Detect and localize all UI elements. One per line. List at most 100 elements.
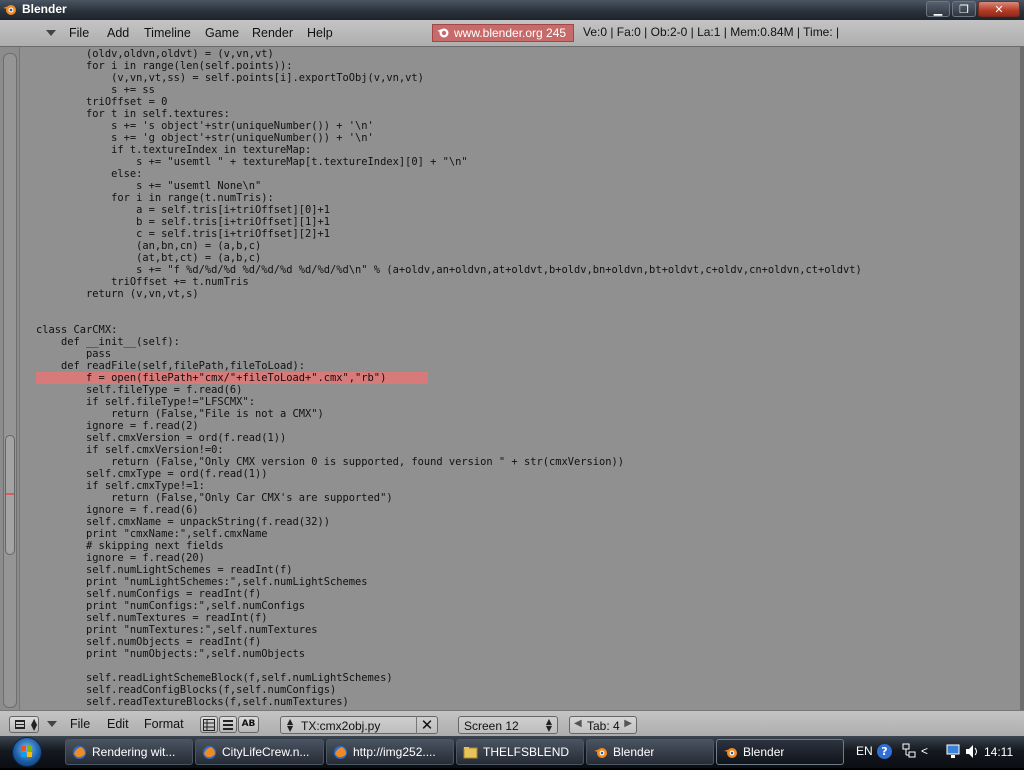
taskbar-button[interactable]: Blender bbox=[716, 739, 844, 765]
code-line[interactable]: return (False,"Only Car CMX's are suppor… bbox=[36, 492, 862, 504]
code-line[interactable] bbox=[36, 660, 862, 672]
code-line[interactable]: c = self.tris[i+triOffset][2]+1 bbox=[36, 228, 862, 240]
syntax-highlight-toggle[interactable]: AB bbox=[238, 716, 259, 733]
code-line[interactable]: s += 'g object'+str(uniqueNumber()) + '\… bbox=[36, 132, 862, 144]
code-line[interactable]: print "numTextures:",self.numTextures bbox=[36, 624, 862, 636]
menu-add[interactable]: Add bbox=[107, 26, 129, 40]
decrement-arrow-icon[interactable]: ◀ bbox=[574, 718, 582, 729]
tab-width-field[interactable]: ◀ Tab: 4 ▶ bbox=[569, 716, 637, 734]
code-line[interactable]: def __init__(self): bbox=[36, 336, 862, 348]
code-line[interactable]: s += "usemtl " + textureMap[t.textureInd… bbox=[36, 156, 862, 168]
code-line[interactable]: s += ss bbox=[36, 84, 862, 96]
code-line[interactable]: b = self.tris[i+triOffset][1]+1 bbox=[36, 216, 862, 228]
code-line[interactable]: if self.cmxType!=1: bbox=[36, 480, 862, 492]
code-line[interactable]: self.cmxVersion = ord(f.read(1)) bbox=[36, 432, 862, 444]
clock[interactable]: 14:11 bbox=[984, 745, 1013, 759]
vertical-scrollbar[interactable] bbox=[3, 53, 17, 708]
menu-help[interactable]: Help bbox=[307, 26, 333, 40]
taskbar-button[interactable]: Rendering wit... bbox=[65, 739, 193, 765]
code-line[interactable] bbox=[36, 300, 862, 312]
code-line[interactable] bbox=[36, 312, 862, 324]
editor-type-button[interactable]: ▲ ▼ bbox=[9, 716, 39, 733]
code-line[interactable]: triOffset += t.numTris bbox=[36, 276, 862, 288]
taskbar-button[interactable]: THELFSBLEND bbox=[456, 739, 584, 765]
code-line[interactable]: # skipping next fields bbox=[36, 540, 862, 552]
code-line[interactable]: print "cmxName:",self.cmxName bbox=[36, 528, 862, 540]
code-line[interactable]: (at,bt,ct) = (a,b,c) bbox=[36, 252, 862, 264]
header-collapse-icon[interactable] bbox=[47, 721, 57, 727]
code-line[interactable]: self.numConfigs = readInt(f) bbox=[36, 588, 862, 600]
menu-edit[interactable]: Edit bbox=[107, 717, 129, 731]
code-line[interactable]: ignore = f.read(2) bbox=[36, 420, 862, 432]
menu-format[interactable]: Format bbox=[144, 717, 184, 731]
code-line[interactable]: (oldv,oldvn,oldvt) = (v,vn,vt) bbox=[36, 48, 862, 60]
code-line[interactable]: ignore = f.read(20) bbox=[36, 552, 862, 564]
code-line-current[interactable]: f = open(filePath+"cmx/"+fileToLoad+".cm… bbox=[36, 372, 428, 384]
line-numbers-toggle[interactable] bbox=[200, 716, 218, 733]
volume-icon[interactable] bbox=[965, 744, 980, 759]
screen-select[interactable]: Screen 12 ▲ ▼ bbox=[458, 716, 558, 734]
code-line[interactable]: class CarCMX: bbox=[36, 324, 862, 336]
code-line[interactable]: s += 's object'+str(uniqueNumber()) + '\… bbox=[36, 120, 862, 132]
code-line[interactable]: self.numLightSchemes = readInt(f) bbox=[36, 564, 862, 576]
text-editor-header: ▲ ▼ File Edit Format AB ▲ ▼ TX:cmx2obj.py … bbox=[0, 710, 1024, 736]
code-line[interactable]: print "numLightSchemes:",self.numLightSc… bbox=[36, 576, 862, 588]
menu-game[interactable]: Game bbox=[205, 26, 239, 40]
code-line[interactable]: print "numConfigs:",self.numConfigs bbox=[36, 600, 862, 612]
taskbar-button[interactable]: Blender bbox=[586, 739, 714, 765]
code-line[interactable]: if self.cmxVersion!=0: bbox=[36, 444, 862, 456]
code-line[interactable]: (an,bn,cn) = (a,b,c) bbox=[36, 240, 862, 252]
code-line[interactable]: self.numTextures = readInt(f) bbox=[36, 612, 862, 624]
menu-render[interactable]: Render bbox=[252, 26, 293, 40]
code-line[interactable]: self.readConfigBlocks(f,self.numConfigs) bbox=[36, 684, 862, 696]
help-icon[interactable]: ? bbox=[877, 744, 892, 759]
code-line[interactable]: print "numObjects:",self.numObjects bbox=[36, 648, 862, 660]
unlink-text-button[interactable]: ✕ bbox=[416, 716, 437, 734]
text-editor[interactable]: (oldv,oldvn,oldvt) = (v,vn,vt) for i in … bbox=[0, 47, 1024, 710]
code-line[interactable]: return (False,"File is not a CMX") bbox=[36, 408, 862, 420]
code-line[interactable]: for i in range(len(self.points)): bbox=[36, 60, 862, 72]
code-line[interactable]: pass bbox=[36, 348, 862, 360]
text-name-field[interactable]: TX:cmx2obj.py bbox=[301, 719, 380, 733]
code-area[interactable]: (oldv,oldvn,oldvt) = (v,vn,vt) for i in … bbox=[36, 48, 862, 708]
code-line[interactable]: if t.textureIndex in textureMap: bbox=[36, 144, 862, 156]
code-line[interactable]: for i in range(t.numTris): bbox=[36, 192, 862, 204]
code-line[interactable]: ignore = f.read(6) bbox=[36, 504, 862, 516]
show-hidden-icons-chevron-icon[interactable]: < bbox=[921, 744, 928, 758]
header-collapse-icon[interactable] bbox=[46, 30, 56, 36]
taskbar-button[interactable]: http://img252.... bbox=[326, 739, 454, 765]
code-line[interactable]: s += "usemtl None\n" bbox=[36, 180, 862, 192]
code-line[interactable]: self.cmxType = ord(f.read(1)) bbox=[36, 468, 862, 480]
code-line[interactable]: return (False,"Only CMX version 0 is sup… bbox=[36, 456, 862, 468]
code-line[interactable]: def readFile(self,filePath,fileToLoad): bbox=[36, 360, 862, 372]
monitor-icon[interactable] bbox=[946, 744, 962, 759]
code-line[interactable]: return (v,vn,vt,s) bbox=[36, 288, 862, 300]
code-line[interactable]: for t in self.textures: bbox=[36, 108, 862, 120]
minimize-button[interactable]: ▁ bbox=[926, 1, 950, 17]
code-line[interactable]: triOffset = 0 bbox=[36, 96, 862, 108]
code-line[interactable]: if self.fileType!="LFSCMX": bbox=[36, 396, 862, 408]
increment-arrow-icon[interactable]: ▶ bbox=[624, 718, 632, 729]
code-line[interactable]: s += "f %d/%d/%d %d/%d/%d %d/%d/%d\n" % … bbox=[36, 264, 862, 276]
word-wrap-toggle[interactable] bbox=[219, 716, 237, 733]
menu-timeline[interactable]: Timeline bbox=[144, 26, 191, 40]
code-line[interactable]: self.numObjects = readInt(f) bbox=[36, 636, 862, 648]
code-line[interactable]: else: bbox=[36, 168, 862, 180]
menu-file[interactable]: File bbox=[69, 26, 89, 40]
language-indicator[interactable]: EN bbox=[856, 744, 873, 758]
code-line[interactable]: self.readTextureBlocks(f,self.numTexture… bbox=[36, 696, 862, 708]
code-line[interactable]: (v,vn,vt,ss) = self.points[i].exportToOb… bbox=[36, 72, 862, 84]
close-button[interactable]: ✕ bbox=[978, 1, 1020, 17]
taskbar-button[interactable]: CityLifeCrew.n... bbox=[195, 739, 324, 765]
code-line[interactable]: a = self.tris[i+triOffset][0]+1 bbox=[36, 204, 862, 216]
text-datablock-select[interactable]: ▲ ▼ TX:cmx2obj.py ✕ bbox=[280, 716, 438, 734]
code-line[interactable]: self.cmxName = unpackString(f.read(32)) bbox=[36, 516, 862, 528]
menu-file[interactable]: File bbox=[70, 717, 90, 731]
network-icon[interactable] bbox=[902, 743, 916, 759]
code-line[interactable]: self.fileType = f.read(6) bbox=[36, 384, 862, 396]
start-button[interactable] bbox=[2, 736, 54, 768]
window-title-bar[interactable]: Blender ▁ ❐ ✕ bbox=[0, 0, 1024, 20]
scrollbar-thumb[interactable] bbox=[5, 435, 15, 555]
maximize-button[interactable]: ❐ bbox=[952, 1, 976, 17]
code-line[interactable]: self.readLightSchemeBlock(f,self.numLigh… bbox=[36, 672, 862, 684]
